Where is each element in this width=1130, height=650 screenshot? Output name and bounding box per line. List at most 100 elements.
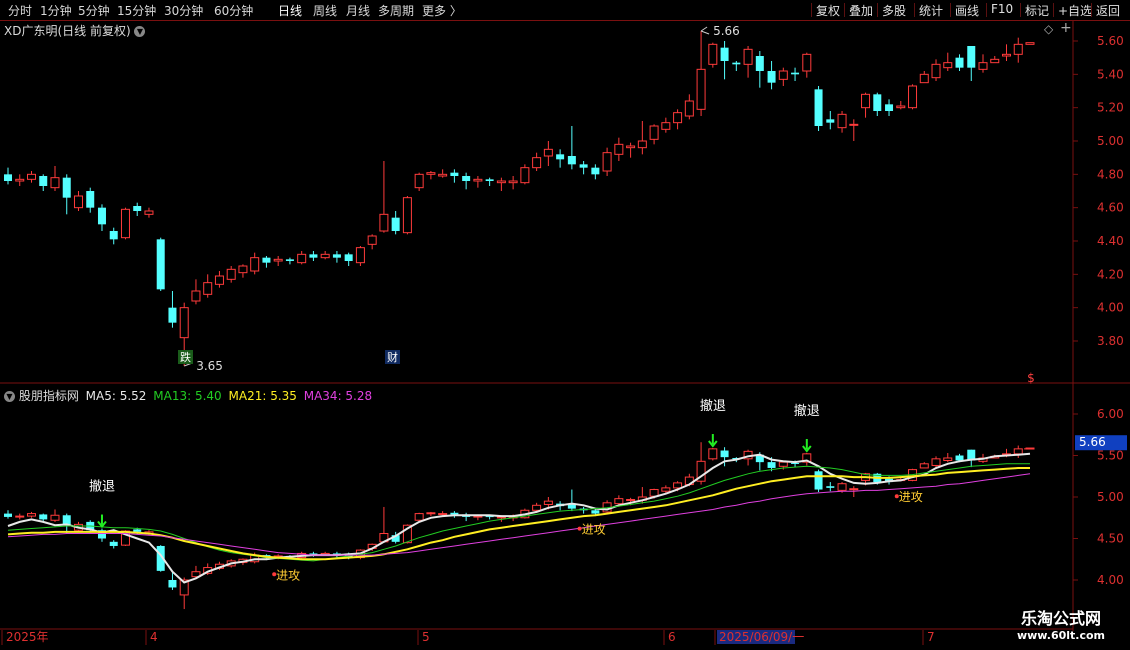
period-toolbar: 分时 1分钟 5分钟 15分钟 30分钟 60分钟 日线 周线 月线 多周期 更多 〉 复权 叠加 多股统…: [0, 0, 1130, 21]
indicator-candle-body: [133, 529, 142, 532]
y-tick-label: 4.80: [1097, 167, 1124, 181]
indicator-candle-body: [4, 513, 12, 517]
toolbar-button-5[interactable]: F10: [991, 2, 1013, 16]
indicator-candle-body: [438, 513, 448, 516]
candle-body: [919, 73, 929, 84]
indicator-candle-body: [1013, 448, 1023, 455]
period-tab-7[interactable]: 周线: [313, 2, 337, 19]
indicator-candle-body: [26, 513, 36, 517]
indicator-candle-body: [15, 515, 25, 518]
diamond-icon[interactable]: ◇: [1044, 22, 1053, 36]
indicator-candle-body: [814, 471, 823, 490]
indicator-candle-body: [767, 462, 776, 468]
indicator-header: ▼ 股朋指标网 MA5: 5.52 MA13: 5.40 MA21: 5.35 …: [4, 387, 372, 404]
indicator-candle-body: [778, 461, 788, 467]
period-tab-8[interactable]: 月线: [346, 2, 370, 19]
candle-body: [743, 48, 753, 65]
add-icon[interactable]: +: [1060, 20, 1072, 36]
tag-cai: 财: [387, 350, 398, 364]
period-tab-10[interactable]: 更多 〉: [422, 2, 462, 19]
candle-body: [473, 178, 483, 182]
candle-body: [309, 254, 318, 258]
candle-body: [720, 47, 729, 61]
candle-body: [684, 100, 694, 117]
watermark-url: www.60lt.com: [1016, 629, 1106, 642]
toolbar-separator: [950, 3, 951, 17]
candle-body: [532, 157, 542, 169]
ma-legend: MA5: 5.52 MA13: 5.40 MA21: 5.35 MA34: 5.…: [83, 389, 372, 403]
indicator-candle-body: [943, 457, 953, 461]
attack-label: 进攻: [276, 568, 300, 582]
toolbar-button-6[interactable]: 标记: [1025, 2, 1049, 19]
candle-body: [556, 154, 565, 160]
indicator-candle-body: [673, 482, 683, 489]
candle-body: [708, 43, 718, 65]
toolbar-button-0[interactable]: 复权: [816, 2, 840, 19]
candle-body: [485, 179, 494, 181]
x-tick-label: 2025年: [6, 630, 49, 644]
toolbar-button-3[interactable]: 统计: [919, 2, 943, 19]
attack-label: 进攻: [899, 490, 923, 504]
indicator-candle-body: [532, 504, 542, 511]
toolbar-button-7[interactable]: +自选: [1058, 2, 1092, 19]
candle-body: [520, 167, 530, 184]
toolbar-button-4[interactable]: 画线: [955, 2, 979, 19]
toolbar-button-2[interactable]: 多股: [882, 2, 906, 19]
high-marker: [700, 26, 710, 35]
candle-body: [696, 68, 706, 110]
candle-body: [496, 180, 506, 184]
toolbar-separator: [1053, 3, 1054, 17]
toolbar-separator: [986, 3, 987, 17]
candle-body: [802, 53, 812, 72]
candle-body: [62, 177, 71, 198]
y-tick-label: 5.00: [1097, 490, 1124, 504]
y-tick-label: 4.00: [1097, 573, 1124, 587]
candle-body: [978, 62, 988, 70]
period-tab-4[interactable]: 30分钟: [164, 2, 203, 19]
period-tab-0[interactable]: 分时: [8, 2, 32, 19]
indicator-candle-body: [39, 514, 48, 520]
period-tab-1[interactable]: 1分钟: [40, 2, 72, 19]
period-tab-2[interactable]: 5分钟: [78, 2, 110, 19]
indicator-candle-body: [567, 504, 576, 509]
toolbar-separator: [1091, 3, 1092, 17]
candle-body: [931, 63, 941, 79]
candle-body: [109, 231, 118, 240]
y-tick-label: 4.60: [1097, 201, 1124, 215]
candle-body: [567, 156, 576, 165]
candle-body: [849, 123, 859, 126]
retreat-label: 撤退: [700, 398, 726, 414]
chevron-down-icon[interactable]: ▼: [134, 26, 146, 37]
candle-body: [120, 208, 130, 239]
y-tick-label: 4.40: [1097, 234, 1124, 248]
candle-body: [896, 105, 906, 109]
indicator-candle-body: [414, 513, 424, 521]
chevron-down-icon[interactable]: ▼: [4, 391, 15, 402]
indicator-candle-body: [849, 488, 859, 491]
candle-body: [4, 174, 12, 181]
period-tab-5[interactable]: 60分钟: [214, 2, 253, 19]
candle-body: [15, 178, 25, 182]
candle-body: [1002, 53, 1012, 57]
x-tick-label: 4: [150, 630, 158, 644]
toolbar-separator: [811, 3, 812, 17]
y-tick-label: 5.40: [1097, 67, 1124, 81]
candle-body: [826, 119, 835, 123]
retreat-label: 撤退: [794, 403, 820, 419]
candle-body: [50, 177, 60, 189]
candle-body: [203, 282, 213, 295]
toolbar-button-1[interactable]: 叠加: [849, 2, 873, 19]
toolbar-button-8[interactable]: 返回: [1096, 2, 1120, 19]
candle-body: [908, 85, 918, 109]
candle-body: [238, 265, 248, 274]
period-tab-6[interactable]: 日线: [278, 2, 302, 19]
indicator-candle-body: [919, 463, 929, 469]
indicator-candle-body: [955, 455, 964, 461]
indicator-candle-body: [931, 458, 941, 466]
candle-body: [355, 247, 365, 264]
candle-body: [191, 290, 201, 302]
period-tab-3[interactable]: 15分钟: [117, 2, 156, 19]
toolbar-separator: [844, 3, 845, 17]
candle-body: [226, 268, 236, 280]
period-tab-9[interactable]: 多周期: [378, 2, 414, 19]
